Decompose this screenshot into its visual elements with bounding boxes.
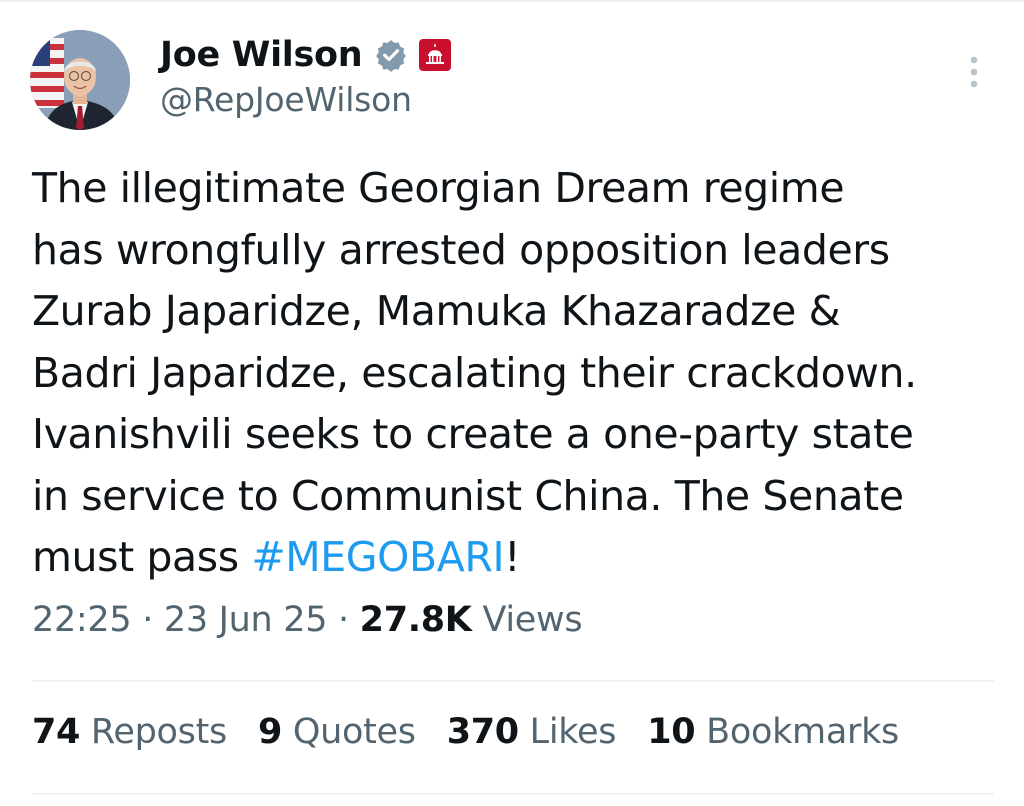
tweet-detail: Joe Wilson @RepJoeWilson The illegitimat… [0,0,1024,806]
stat-count: 74 [32,712,81,752]
tweet-text: The illegitimate Georgian Dream regime h… [32,158,1007,589]
capitol-badge-icon[interactable] [418,38,452,72]
tweet-text-prefix: must pass [32,533,252,581]
tweet-time[interactable]: 22:25 [32,600,132,640]
tweet-line: Badri Japaridze, escalating their crackd… [32,348,917,397]
stat-label: Quotes [282,712,416,752]
views-label: Views [471,600,583,640]
likes-stat[interactable]: 370 Likes [447,712,617,752]
stat-count: 9 [257,712,283,752]
stat-label: Reposts [80,712,227,752]
quotes-stat[interactable]: 9 Quotes [258,712,416,752]
profile-photo [30,30,130,130]
tweet-line: The illegitimate Georgian Dream regime [32,164,845,212]
top-divider [0,0,1024,2]
author-handle[interactable]: @RepJoeWilson [160,80,412,119]
author-display-name[interactable]: Joe Wilson [160,35,363,75]
tweet-text-suffix: ! [504,533,521,581]
tweet-line: Zurab Japaridze, Mamuka Khazaradze & [32,287,841,335]
bookmarks-stat[interactable]: 10 Bookmarks [647,712,899,752]
divider [32,793,994,795]
meta-separator: · [131,600,164,640]
stat-count: 370 [446,712,519,752]
avatar[interactable] [30,30,130,130]
more-vertical-icon [970,56,978,88]
views-count: 27.8K [359,600,472,640]
tweet-line: Ivanishvili seeks to create a one-party … [32,410,914,458]
stat-count: 10 [647,712,696,752]
tweet-line: in service to Communist China. The Senat… [32,471,904,520]
hashtag-link[interactable]: #MEGOBARI [251,533,504,581]
tweet-meta: 22:25 · 23 Jun 25 · 27.8K Views [32,600,583,640]
stat-label: Bookmarks [695,712,899,752]
meta-separator: · [327,600,360,640]
tweet-line-last: must pass #MEGOBARI! [32,527,1007,589]
tweet-date[interactable]: 23 Jun 25 [164,600,328,640]
stat-label: Likes [518,712,617,752]
divider [32,680,994,682]
engagement-stats: 74 Reposts 9 Quotes 370 Likes 10 Bookmar… [32,712,930,752]
tweet-line: has wrongfully arrested opposition leade… [32,225,890,274]
author-name-row: Joe Wilson [160,32,452,78]
more-options-button[interactable] [958,52,990,92]
reposts-stat[interactable]: 74 Reposts [32,712,227,752]
verified-badge-icon [374,38,408,72]
